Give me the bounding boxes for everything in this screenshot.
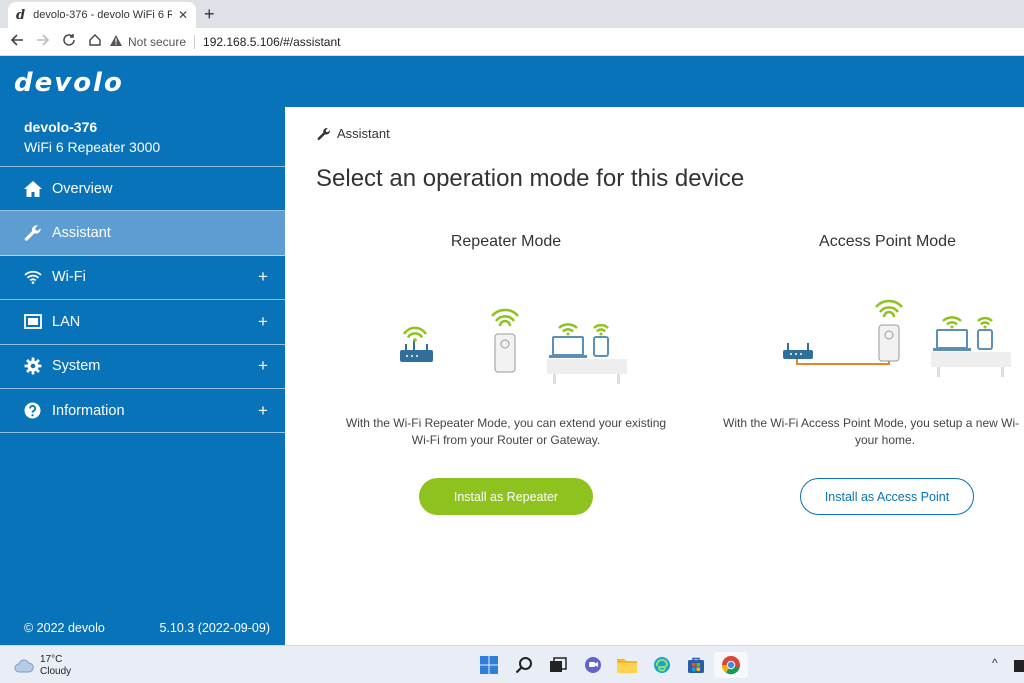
sidebar-item-overview[interactable]: Overview: [0, 167, 285, 212]
repeater-mode-title: Repeater Mode: [450, 233, 562, 250]
sidebar-item-lan[interactable]: LAN +: [0, 300, 285, 345]
device-name: devolo-376: [24, 119, 98, 135]
wrench-icon: [24, 224, 52, 242]
access-point-desc-line2: your home.: [855, 433, 916, 447]
weather-temperature: 17°C: [40, 654, 63, 665]
weather-condition: Cloudy: [40, 666, 72, 677]
question-icon: [24, 402, 52, 419]
access-point-mode-heading: Access Point Mode: [785, 233, 990, 251]
tray-edge: [1014, 660, 1024, 672]
taskbar: 17°C Cloudy ^: [0, 645, 1024, 683]
edge-icon[interactable]: [645, 652, 680, 678]
sidebar-item-system[interactable]: System +: [0, 345, 285, 389]
main-content: Assistant Select an operation mode for t…: [285, 107, 1024, 645]
device-info: devolo-376 WiFi 6 Repeater 3000: [0, 107, 285, 167]
taskbar-apps: [472, 652, 748, 678]
sidebar-item-label: System: [52, 358, 101, 375]
browser-tab-bar: d devolo-376 - devolo WiFi 6 Repe ✕ +: [0, 0, 1024, 28]
expand-icon[interactable]: +: [255, 267, 271, 287]
table-devices-icon: [547, 323, 627, 384]
gear-icon: [24, 357, 52, 375]
back-arrow-icon[interactable]: [4, 33, 30, 50]
lan-icon: [24, 314, 52, 330]
repeater-plug-icon: [491, 308, 519, 373]
wifi-icon: [24, 270, 52, 285]
router-icon: [400, 326, 433, 362]
access-point-mode-description: With the Wi-Fi Access Point Mode, you se…: [705, 415, 1024, 449]
sidebar-item-assistant[interactable]: Assistant: [0, 211, 285, 256]
repeater-mode-description: With the Wi-Fi Repeater Mode, you can ex…: [325, 415, 687, 449]
devolo-logo: devolo: [14, 68, 124, 98]
store-icon[interactable]: [679, 652, 714, 678]
page-title: Select an operation mode for this device: [316, 165, 745, 192]
omnibox-divider: [194, 34, 196, 49]
copyright-text: © 2022 devolo: [24, 621, 105, 635]
devolo-favicon-icon: d: [16, 7, 26, 23]
access-point-plug-icon: [875, 299, 903, 362]
tab-title: devolo-376 - devolo WiFi 6 Repe: [33, 9, 172, 21]
reload-icon[interactable]: [56, 33, 82, 50]
home-icon[interactable]: [82, 33, 108, 50]
weather-widget[interactable]: 17°C Cloudy: [14, 654, 71, 678]
sidebar-item-wifi[interactable]: Wi-Fi +: [0, 256, 285, 301]
sidebar-item-label: Wi-Fi: [52, 269, 86, 286]
sidebar-item-information[interactable]: Information +: [0, 389, 285, 434]
sidebar-footer: © 2022 devolo 5.10.3 (2022-09-09): [24, 621, 270, 635]
device-model: WiFi 6 Repeater 3000: [24, 139, 161, 155]
firmware-version: 5.10.3 (2022-09-09): [159, 621, 271, 635]
new-tab-button[interactable]: +: [204, 4, 215, 25]
repeater-desc-line2: Wi-Fi from your Router or Gateway.: [411, 433, 601, 447]
access-point-mode-illustration: [783, 299, 1011, 377]
sidebar: devolo-376 WiFi 6 Repeater 3000 Overview…: [0, 107, 285, 645]
wrench-icon: [317, 127, 330, 140]
repeater-desc-line1: With the Wi-Fi Repeater Mode, you can ex…: [345, 416, 667, 430]
expand-icon[interactable]: +: [255, 356, 271, 376]
ethernet-cable: [796, 359, 890, 365]
install-as-repeater-button[interactable]: Install as Repeater: [419, 478, 593, 515]
teams-chat-icon[interactable]: [576, 652, 611, 678]
access-point-mode-title: Access Point Mode: [819, 233, 956, 250]
search-icon[interactable]: [507, 652, 542, 678]
access-point-desc-line1: With the Wi-Fi Access Point Mode, you se…: [723, 416, 1020, 430]
breadcrumb-label: Assistant: [337, 126, 390, 141]
breadcrumb: Assistant: [317, 126, 390, 141]
security-label: Not secure: [128, 34, 187, 49]
sidebar-item-label: LAN: [52, 313, 81, 330]
warning-icon[interactable]: [110, 34, 122, 49]
address-bar: Not secure 192.168.5.106/#/assistant: [0, 28, 1024, 56]
url-text[interactable]: 192.168.5.106/#/assistant: [203, 35, 340, 49]
expand-icon[interactable]: +: [255, 312, 271, 332]
app-header: devolo: [0, 56, 1024, 107]
windows-start-icon[interactable]: [472, 652, 507, 678]
sidebar-item-label: Assistant: [52, 225, 111, 242]
router-icon: [783, 343, 813, 359]
tray-chevron-icon[interactable]: ^: [992, 656, 998, 670]
omnibox[interactable]: Not secure 192.168.5.106/#/assistant: [110, 34, 340, 49]
repeater-mode-illustration: [400, 308, 627, 384]
install-as-access-point-button[interactable]: Install as Access Point: [800, 478, 974, 515]
repeater-mode-heading: Repeater Mode: [411, 233, 601, 251]
expand-icon[interactable]: +: [255, 401, 271, 421]
home-icon: [24, 180, 52, 197]
close-tab-icon[interactable]: ✕: [178, 8, 188, 22]
chrome-icon[interactable]: [713, 652, 748, 678]
table-devices-icon: [931, 316, 1011, 377]
file-explorer-icon[interactable]: [610, 652, 645, 678]
cloud-icon: [14, 659, 34, 673]
browser-tab[interactable]: d devolo-376 - devolo WiFi 6 Repe ✕: [8, 2, 196, 28]
task-view-icon[interactable]: [541, 652, 576, 678]
sidebar-item-label: Information: [52, 402, 125, 419]
sidebar-item-label: Overview: [52, 180, 113, 197]
forward-arrow-icon[interactable]: [30, 33, 56, 50]
